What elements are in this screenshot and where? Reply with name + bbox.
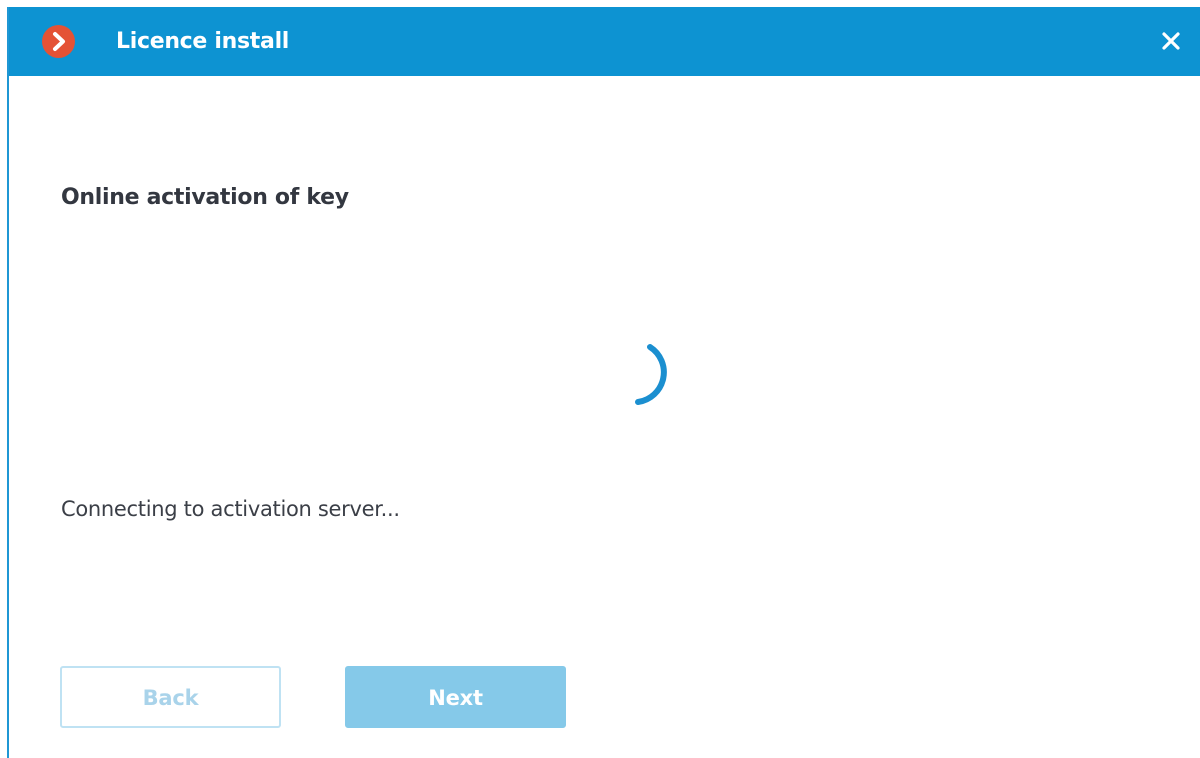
licence-install-dialog: Licence install Online activation of key… (7, 7, 1200, 758)
app-logo-icon (42, 25, 75, 58)
close-button[interactable] (1158, 28, 1184, 54)
loading-spinner-icon (607, 337, 687, 417)
close-icon (1162, 32, 1180, 50)
window-title: Licence install (116, 29, 290, 54)
status-text: Connecting to activation server... (61, 497, 400, 521)
title-bar: Licence install (9, 7, 1200, 76)
back-button[interactable]: Back (60, 666, 281, 728)
page-heading: Online activation of key (61, 185, 349, 210)
next-button[interactable]: Next (345, 666, 566, 728)
